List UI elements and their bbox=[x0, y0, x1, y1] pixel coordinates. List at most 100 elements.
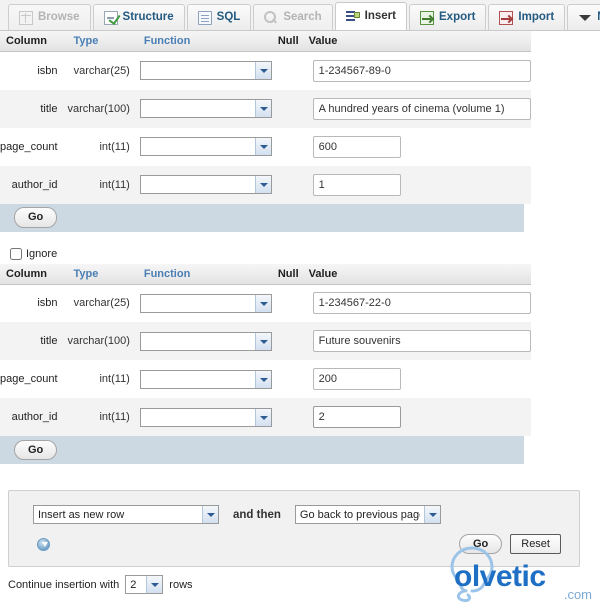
tab-export[interactable]: Export bbox=[409, 4, 487, 30]
row-column-type: varchar(25) bbox=[67, 284, 138, 322]
reset-button[interactable]: Reset bbox=[510, 534, 561, 555]
row-column-name: title bbox=[0, 89, 68, 128]
function-select[interactable] bbox=[139, 331, 272, 351]
header-type[interactable]: Type bbox=[67, 263, 138, 285]
insert-mode-select[interactable]: Insert as new row bbox=[33, 505, 219, 524]
row-null-cell bbox=[271, 127, 303, 166]
structure-icon bbox=[103, 10, 118, 25]
function-select[interactable] bbox=[139, 407, 272, 427]
table-header-row: Column Type Function Null Value bbox=[0, 263, 531, 285]
row-null-cell bbox=[271, 51, 303, 90]
ignore-row: Ignore bbox=[0, 244, 600, 264]
row-function-cell bbox=[137, 165, 272, 204]
function-select-wrap bbox=[139, 331, 272, 351]
after-action-select[interactable]: Go back to previous page bbox=[294, 505, 441, 524]
page-root: Browse Structure SQL Search Insert Expor… bbox=[0, 0, 600, 612]
function-select-wrap bbox=[139, 61, 272, 81]
tab-more[interactable]: More bbox=[567, 4, 600, 30]
row-function-cell bbox=[137, 360, 272, 398]
value-input[interactable] bbox=[312, 135, 401, 158]
after-action-select-wrap: Go back to previous page bbox=[294, 505, 441, 524]
tab-sql[interactable]: SQL bbox=[186, 4, 252, 30]
row-column-type: int(11) bbox=[67, 398, 138, 436]
header-type[interactable]: Type bbox=[67, 31, 138, 52]
function-select[interactable] bbox=[139, 61, 272, 81]
function-select[interactable] bbox=[139, 99, 272, 118]
form-2-go-bar: Go bbox=[0, 436, 524, 464]
header-value: Value bbox=[302, 263, 531, 285]
table-row: title varchar(100) bbox=[0, 322, 531, 360]
function-select[interactable] bbox=[139, 137, 272, 156]
function-select-wrap bbox=[139, 407, 272, 427]
row-column-name: author_id bbox=[0, 398, 68, 436]
submit-go-button[interactable]: Go bbox=[458, 534, 503, 555]
tab-structure[interactable]: Structure bbox=[92, 4, 185, 30]
tab-structure-label: Structure bbox=[122, 10, 174, 23]
function-select-wrap bbox=[139, 175, 272, 194]
function-select-wrap bbox=[139, 369, 272, 389]
tab-export-label: Export bbox=[439, 10, 476, 23]
row-column-name: isbn bbox=[0, 51, 68, 90]
tab-search[interactable]: Search bbox=[253, 4, 333, 30]
row-null-cell bbox=[271, 360, 303, 398]
tab-insert-label: Insert bbox=[364, 9, 396, 22]
value-input[interactable] bbox=[312, 292, 531, 315]
row-value-cell bbox=[302, 51, 531, 90]
row-column-name: title bbox=[0, 322, 68, 360]
row-function-cell bbox=[137, 127, 272, 166]
row-column-name: author_id bbox=[0, 165, 68, 204]
form-1-go-bar: Go bbox=[0, 203, 524, 232]
tab-import[interactable]: Import bbox=[488, 4, 566, 30]
row-column-type: int(11) bbox=[67, 127, 138, 166]
go-button[interactable]: Go bbox=[14, 439, 58, 461]
row-value-cell bbox=[302, 398, 531, 436]
nav-tabbar: Browse Structure SQL Search Insert Expor… bbox=[0, 0, 600, 31]
tab-import-label: Import bbox=[518, 10, 555, 23]
info-icon[interactable] bbox=[37, 537, 50, 551]
insert-actions-row: Go Reset bbox=[9, 530, 579, 566]
insert-form-2: Column Type Function Null Value isbn var… bbox=[0, 263, 531, 436]
value-input[interactable] bbox=[312, 173, 401, 196]
rows-count-select[interactable]: 2 bbox=[125, 575, 164, 595]
function-select[interactable] bbox=[139, 293, 272, 313]
search-icon bbox=[264, 10, 278, 25]
tab-sql-label: SQL bbox=[216, 10, 241, 23]
insert-options-panel: Insert as new row and then Go back to pr… bbox=[8, 490, 580, 568]
value-input[interactable] bbox=[312, 59, 531, 82]
tab-browse-label: Browse bbox=[38, 10, 80, 23]
action-buttons: Go Reset bbox=[458, 534, 561, 555]
table-row: author_id int(11) bbox=[0, 165, 531, 204]
table-row: title varchar(100) bbox=[0, 89, 531, 128]
row-function-cell bbox=[137, 51, 272, 90]
function-select-wrap bbox=[139, 137, 272, 156]
ignore-checkbox[interactable] bbox=[10, 247, 22, 260]
continue-insertion-row: Continue insertion with 2 rows bbox=[0, 567, 600, 595]
value-input[interactable] bbox=[312, 406, 401, 428]
header-function[interactable]: Function bbox=[137, 31, 272, 52]
row-column-type: varchar(25) bbox=[67, 51, 138, 90]
row-function-cell bbox=[137, 398, 272, 436]
table-row: page_count int(11) bbox=[0, 127, 531, 166]
row-column-type: varchar(100) bbox=[67, 89, 138, 128]
row-null-cell bbox=[271, 284, 303, 322]
tab-insert[interactable]: Insert bbox=[334, 2, 407, 30]
value-input[interactable] bbox=[312, 97, 531, 120]
row-value-cell bbox=[302, 360, 531, 398]
tab-search-label: Search bbox=[283, 10, 322, 23]
table-row: isbn varchar(25) bbox=[0, 51, 531, 90]
row-column-name: isbn bbox=[0, 284, 68, 322]
and-then-label: and then bbox=[233, 508, 281, 521]
header-function[interactable]: Function bbox=[137, 263, 272, 285]
row-column-type: varchar(100) bbox=[67, 322, 138, 360]
row-column-name: page_count bbox=[0, 360, 68, 398]
value-input[interactable] bbox=[312, 368, 401, 390]
function-select[interactable] bbox=[139, 175, 272, 194]
function-select[interactable] bbox=[139, 369, 272, 389]
row-value-cell bbox=[302, 127, 531, 166]
header-column: Column bbox=[0, 31, 68, 52]
row-column-type: int(11) bbox=[67, 165, 138, 204]
tab-browse[interactable]: Browse bbox=[8, 4, 91, 30]
value-input[interactable] bbox=[312, 330, 531, 352]
function-select-wrap bbox=[139, 99, 272, 118]
go-button[interactable]: Go bbox=[14, 207, 58, 228]
